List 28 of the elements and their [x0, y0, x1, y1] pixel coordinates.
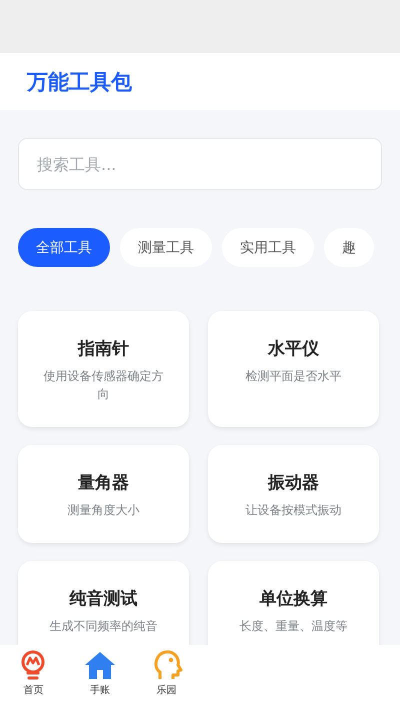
category-tab[interactable]: 全部工具 — [18, 228, 110, 267]
tool-description: 生成不同频率的纯音 — [50, 618, 158, 635]
nav-tab[interactable]: 乐园 — [133, 645, 200, 701]
tool-description: 使用设备传感器确定方向 — [42, 368, 164, 403]
tool-name: 指南针 — [78, 338, 129, 360]
tool-card[interactable]: 纯音测试 生成不同频率的纯音 — [18, 561, 189, 645]
tool-name: 振动器 — [268, 472, 319, 494]
tool-description: 测量角度大小 — [68, 502, 140, 519]
nav-tab[interactable]: 手账 — [66, 645, 134, 701]
category-tab[interactable]: 实用工具 — [222, 228, 314, 267]
nav-tab[interactable]: 首页 — [0, 645, 67, 701]
house-icon — [84, 649, 116, 681]
app-title: 万能工具包 — [27, 68, 132, 96]
tool-card[interactable]: 水平仪 检测平面是否水平 — [208, 311, 379, 427]
tool-card[interactable]: 指南针 使用设备传感器确定方向 — [18, 311, 189, 427]
tool-description: 让设备按模式振动 — [246, 502, 342, 519]
search-field[interactable]: 搜索工具... — [18, 138, 382, 190]
category-tab[interactable]: 趣 — [324, 228, 374, 267]
tool-description: 长度、重量、温度等 — [240, 618, 348, 635]
tool-name: 水平仪 — [268, 338, 319, 360]
tool-card[interactable]: 振动器 让设备按模式振动 — [208, 445, 379, 543]
tool-name: 量角器 — [78, 472, 129, 494]
tool-name: 纯音测试 — [70, 588, 138, 610]
tool-description: 检测平面是否水平 — [246, 368, 342, 385]
tool-name: 单位换算 — [260, 588, 328, 610]
category-tab[interactable]: 测量工具 — [120, 228, 212, 267]
tool-card[interactable]: 单位换算 长度、重量、温度等 — [208, 561, 379, 645]
tool-card[interactable]: 量角器 测量角度大小 — [18, 445, 189, 543]
